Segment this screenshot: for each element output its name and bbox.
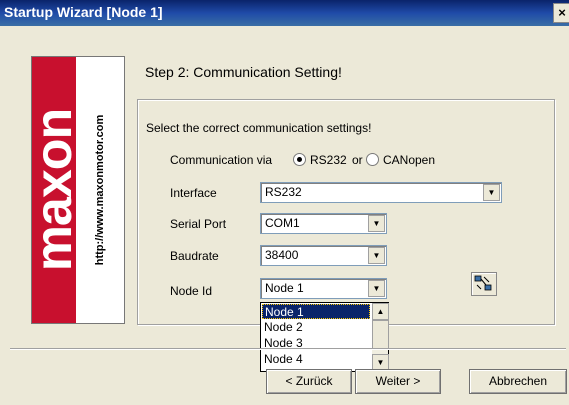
chevron-down-icon[interactable]: ▼ <box>368 280 385 297</box>
interface-select[interactable]: RS232 ▼ <box>260 182 502 203</box>
scroll-up-icon[interactable]: ▲ <box>372 303 389 320</box>
baudrate-select[interactable]: 38400 ▼ <box>260 245 387 266</box>
node-search-icon <box>474 275 492 291</box>
logo-brand-text: maxon <box>25 108 83 272</box>
next-button[interactable]: Weiter > <box>355 369 441 394</box>
node-id-label: Node Id <box>170 284 213 298</box>
interface-value: RS232 <box>265 185 302 199</box>
logo-url-text: http://www.maxonmotor.com <box>94 114 106 266</box>
dropdown-item[interactable]: Node 4 <box>262 352 372 367</box>
node-search-button[interactable] <box>471 272 497 296</box>
interface-label: Interface <box>170 186 217 200</box>
serial-port-select[interactable]: COM1 ▼ <box>260 213 387 234</box>
node-id-value: Node 1 <box>265 281 304 295</box>
baudrate-label: Baudrate <box>170 249 219 263</box>
node-id-select[interactable]: Node 1 ▼ <box>260 278 387 299</box>
step-title: Step 2: Communication Setting! <box>145 64 342 80</box>
close-button[interactable]: × <box>553 3 569 23</box>
scroll-thumb[interactable] <box>372 320 389 350</box>
rs232-radio[interactable] <box>293 153 306 166</box>
maxon-logo: maxon http://www.maxonmotor.com <box>25 56 125 324</box>
dropdown-item[interactable]: Node 2 <box>262 320 372 335</box>
serial-port-value: COM1 <box>265 216 300 230</box>
dropdown-item[interactable]: Node 1 <box>262 304 370 319</box>
radio-selected-dot <box>297 157 302 162</box>
instructions-text: Select the correct communication setting… <box>146 121 372 135</box>
back-button[interactable]: < Zurück <box>266 369 352 394</box>
cancel-button[interactable]: Abbrechen <box>469 369 567 394</box>
node-id-dropdown-list[interactable]: Node 1 Node 2 Node 3 Node 4 ▲ ▼ <box>260 302 389 372</box>
baudrate-value: 38400 <box>265 248 299 262</box>
title-bar: Startup Wizard [Node 1] × <box>0 0 569 26</box>
footer-separator <box>10 348 566 350</box>
chevron-down-icon[interactable]: ▼ <box>483 184 500 201</box>
canopen-label[interactable]: CANopen <box>383 153 435 167</box>
rs232-label[interactable]: RS232 <box>310 153 347 167</box>
communication-label: Communication via <box>170 153 273 167</box>
chevron-down-icon[interactable]: ▼ <box>368 215 385 232</box>
window-title: Startup Wizard [Node 1] <box>4 4 163 20</box>
or-label: or <box>352 153 363 167</box>
chevron-down-icon[interactable]: ▼ <box>368 247 385 264</box>
dropdown-scrollbar[interactable]: ▲ ▼ <box>372 303 389 371</box>
canopen-radio[interactable] <box>366 153 379 166</box>
serial-port-label: Serial Port <box>170 217 227 231</box>
